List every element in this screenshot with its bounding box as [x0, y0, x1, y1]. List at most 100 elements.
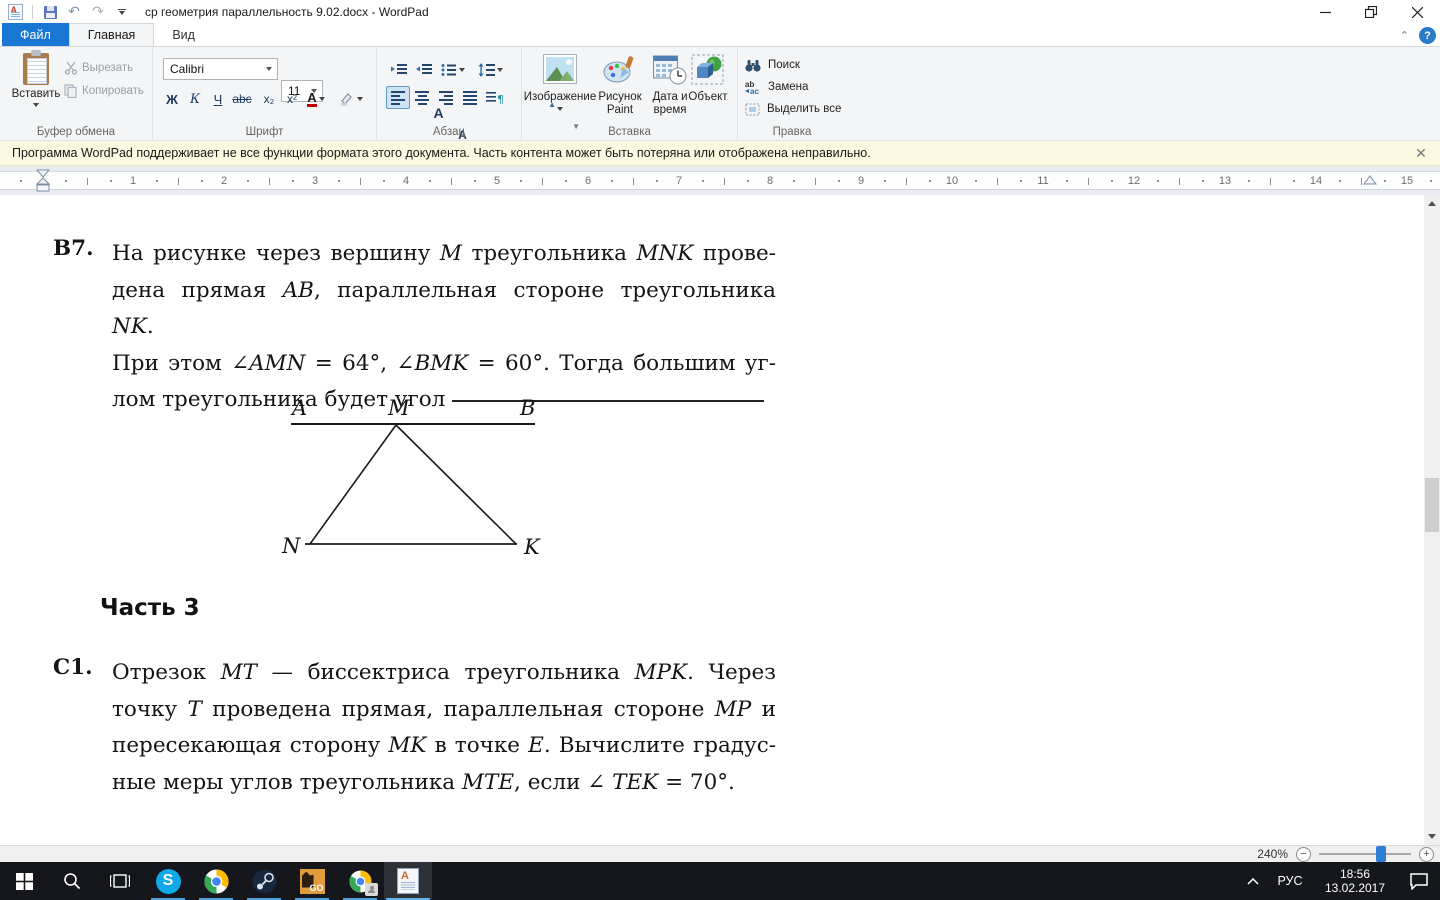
task-view-icon	[110, 873, 130, 889]
highlight-button[interactable]	[339, 88, 363, 110]
svg-text:¶: ¶	[497, 93, 503, 105]
scrollbar-thumb[interactable]	[1425, 478, 1439, 532]
scroll-down-icon[interactable]	[1424, 828, 1440, 845]
notification-bubble-icon	[1409, 872, 1429, 890]
search-button[interactable]	[48, 862, 96, 900]
taskbar-app-chrome[interactable]	[192, 862, 240, 900]
start-button[interactable]	[0, 862, 48, 900]
qat-dropdown-icon[interactable]	[113, 3, 131, 21]
ruler-number: 3	[312, 175, 318, 187]
problem-text-line: дена прямая AB, параллельная стороне тре…	[112, 273, 776, 346]
profile-badge-icon	[365, 883, 378, 896]
scissors-icon	[64, 61, 78, 75]
zoom-slider[interactable]	[1319, 853, 1411, 855]
paragraph-settings-button[interactable]: ¶	[482, 86, 506, 109]
ruler: 123456789101112131415	[0, 166, 1440, 195]
clock-time: 18:56	[1325, 867, 1385, 881]
warning-close-icon[interactable]: ✕	[1412, 144, 1430, 162]
paste-button[interactable]: Вставить	[10, 53, 62, 107]
close-button[interactable]	[1394, 0, 1440, 24]
skype-icon: S	[156, 869, 181, 894]
problem-text-line: При этом ∠AMN = 64°, ∠BMK = 60°. Тогда б…	[112, 346, 776, 383]
zoom-in-button[interactable]: +	[1419, 847, 1434, 862]
tab-file[interactable]: Файл	[2, 23, 69, 46]
insert-object-button[interactable]: Объект	[682, 54, 734, 104]
underline-button[interactable]: Ч	[207, 88, 229, 110]
justify-button[interactable]	[458, 86, 482, 109]
align-center-button[interactable]	[410, 86, 434, 109]
help-icon[interactable]: ?	[1419, 27, 1436, 44]
clock[interactable]: 18:56 13.02.2017	[1312, 862, 1398, 900]
indent-marker-right[interactable]	[1363, 175, 1377, 185]
figure-label-n: N	[281, 534, 301, 558]
group-paragraph: ¶ Абзац	[377, 47, 522, 141]
bullets-button[interactable]	[437, 58, 469, 81]
taskbar-app-wordpad[interactable]	[384, 862, 432, 900]
task-view-button[interactable]	[96, 862, 144, 900]
taskbar-app-skype[interactable]: S	[144, 862, 192, 900]
group-label-clipboard: Буфер обмена	[0, 126, 152, 138]
save-icon[interactable]	[41, 3, 59, 21]
group-label-insert: Вставка	[522, 126, 737, 138]
redo-icon[interactable]: ↷	[89, 3, 107, 21]
binoculars-icon	[745, 59, 761, 72]
insert-image-caret-icon	[557, 107, 563, 111]
indent-markers-left[interactable]	[36, 169, 50, 193]
vertical-scrollbar[interactable]	[1424, 195, 1440, 845]
select-all-button[interactable]: Выделить все	[745, 99, 841, 119]
window-title: ср геометрия параллельность 9.02.docx - …	[145, 5, 429, 19]
csgo-icon: GO	[300, 869, 325, 894]
font-color-button[interactable]: А	[305, 88, 327, 110]
strikethrough-button[interactable]: abc	[231, 88, 253, 110]
ruler-number: 7	[676, 175, 682, 187]
taskbar-app-csgo[interactable]: GO	[288, 862, 336, 900]
decrease-indent-button[interactable]	[387, 58, 411, 81]
compatibility-warning-bar: Программа WordPad поддерживает не все фу…	[0, 141, 1440, 166]
align-left-button[interactable]	[386, 86, 410, 109]
taskbar: S GO РУС 18:56 13.02.2017	[0, 862, 1440, 900]
ruler-number: 1	[130, 175, 136, 187]
italic-button[interactable]: К	[184, 88, 206, 110]
increase-indent-button[interactable]	[412, 58, 436, 81]
figure-label-a: A	[290, 396, 307, 420]
bullet-list-icon	[441, 63, 457, 77]
minimize-button[interactable]	[1302, 0, 1348, 24]
show-hidden-icons-button[interactable]	[1238, 862, 1268, 900]
taskbar-app-steam[interactable]	[240, 862, 288, 900]
copy-button[interactable]: Копировать	[64, 81, 144, 101]
wordpad-app-icon[interactable]	[6, 3, 24, 21]
action-center-button[interactable]	[1398, 862, 1440, 900]
font-family-select[interactable]: Calibri	[163, 58, 278, 80]
undo-icon[interactable]: ↶	[65, 3, 83, 21]
zoom-slider-thumb[interactable]	[1376, 846, 1386, 862]
restore-button[interactable]	[1348, 0, 1394, 24]
group-editing: Поиск abac Замена Выделить все Правка	[738, 47, 846, 141]
tab-view[interactable]: Вид	[154, 23, 213, 46]
align-right-icon	[439, 91, 453, 105]
section-heading: Часть 3	[100, 595, 200, 621]
group-insert: Изображение Рисунок Paint Дата и время О…	[522, 47, 738, 141]
paste-caret-icon	[33, 103, 39, 107]
taskbar-app-chrome-profile[interactable]	[336, 862, 384, 900]
insert-image-button[interactable]: Изображение	[528, 54, 592, 111]
tab-home[interactable]: Главная	[69, 23, 155, 46]
zoom-level: 240%	[1257, 847, 1288, 861]
line-spacing-button[interactable]	[473, 58, 507, 81]
subscript-button[interactable]: x₂	[258, 88, 280, 110]
scroll-up-icon[interactable]	[1424, 195, 1440, 212]
cut-button[interactable]: Вырезать	[64, 58, 133, 78]
find-button[interactable]: Поиск	[745, 55, 800, 75]
superscript-button[interactable]: x²	[281, 88, 303, 110]
figure-label-b: B	[519, 396, 535, 420]
zoom-out-button[interactable]: −	[1296, 847, 1311, 862]
replace-button[interactable]: abac Замена	[745, 77, 808, 97]
collapse-ribbon-icon[interactable]: ⌃	[1400, 29, 1409, 42]
align-right-button[interactable]	[434, 86, 458, 109]
group-font: Calibri 11 A▲ A▼ Ж К Ч abc x₂ x² А Шрифт	[153, 47, 377, 141]
language-indicator[interactable]: РУС	[1268, 862, 1312, 900]
clock-date: 13.02.2017	[1325, 881, 1385, 895]
bold-button[interactable]: Ж	[161, 88, 183, 110]
paint-drawing-button[interactable]: Рисунок Paint	[594, 54, 646, 117]
document-page[interactable]: В7.На рисунке через вершину M треугольни…	[0, 195, 1424, 845]
paint-palette-icon	[603, 54, 637, 88]
